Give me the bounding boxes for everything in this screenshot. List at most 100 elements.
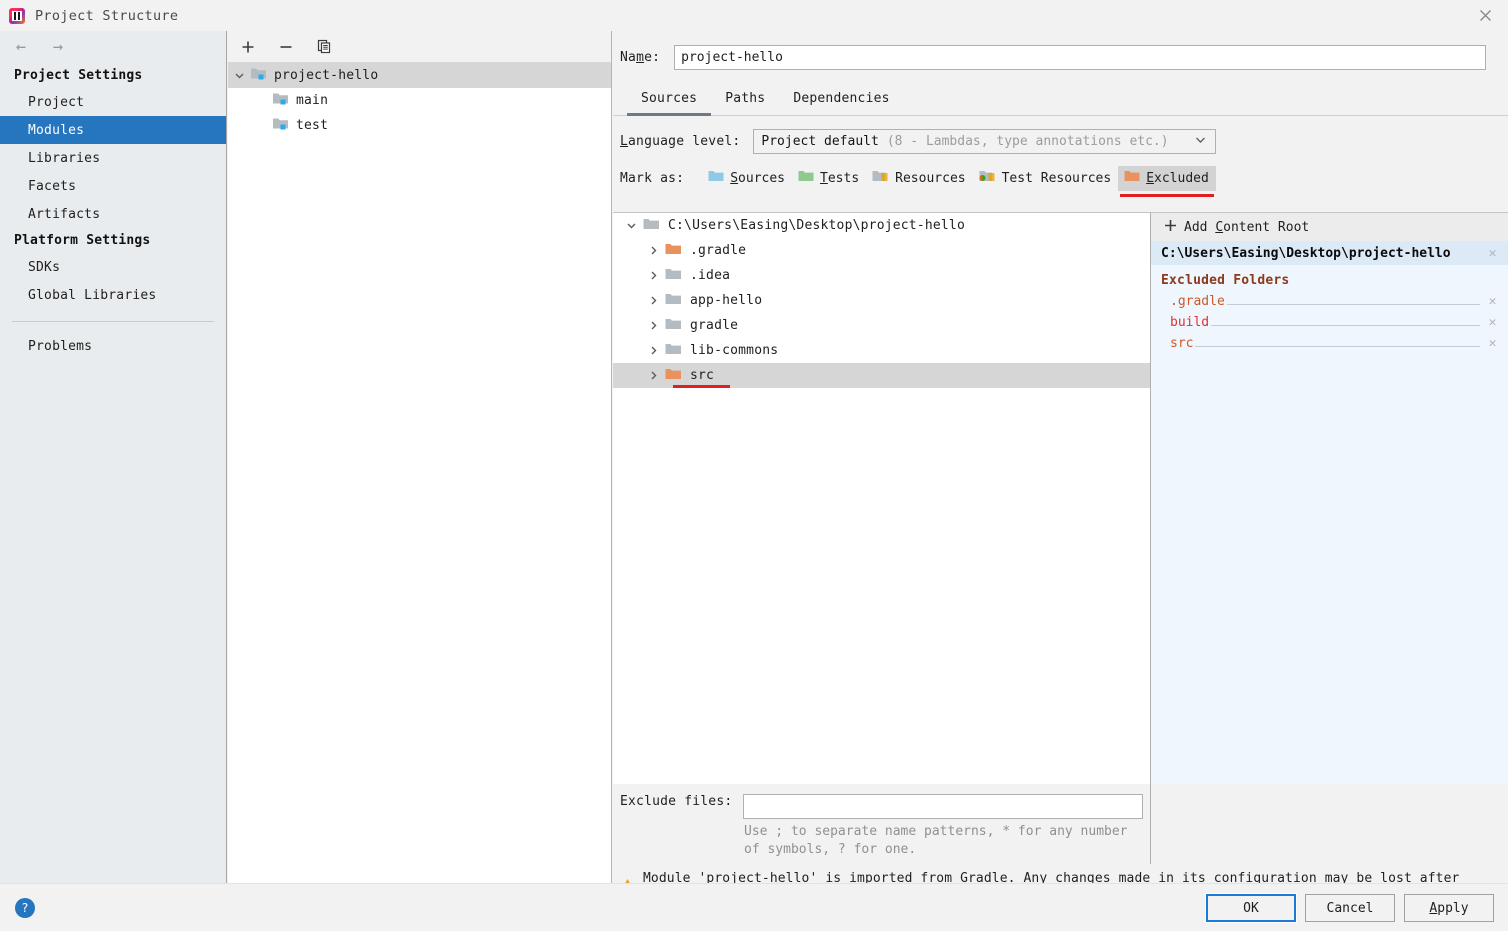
tab-sources[interactable]: Sources (627, 87, 712, 116)
tab-dependencies[interactable]: Dependencies (779, 87, 903, 115)
ok-button[interactable]: OK (1205, 893, 1297, 923)
window-titlebar: Project Structure (0, 0, 1508, 31)
tab-label: Paths (725, 91, 766, 106)
sidebar-group-platform-settings: Platform Settings (14, 233, 151, 248)
folder-resources-icon (872, 169, 889, 187)
chevron-right-icon[interactable] (641, 295, 665, 306)
row-rule (1211, 315, 1480, 326)
content-tree-row-src[interactable]: src (613, 363, 1150, 388)
content-tree-root-row[interactable]: C:\Users\Easing\Desktop\project-hello (613, 213, 1150, 238)
panel-divider (1150, 784, 1151, 864)
excluded-folder-name: build (1170, 315, 1210, 330)
sidebar-item-facets[interactable]: Facets (0, 172, 226, 200)
project-structure-dialog: Project Structure ← → Project Settings P… (0, 0, 1508, 931)
content-tree-row[interactable]: .idea (613, 263, 1150, 288)
close-icon[interactable]: ✕ (1486, 295, 1499, 308)
chevron-down-icon[interactable] (619, 220, 643, 231)
exclude-files-input[interactable] (743, 794, 1144, 819)
dialog-buttons: OK Cancel Apply (1205, 893, 1494, 923)
chevron-down-icon (1194, 133, 1207, 150)
mark-as-label: Tests (820, 170, 860, 186)
content-root-path: C:\Users\Easing\Desktop\project-hello (668, 218, 965, 233)
sidebar-item-libraries[interactable]: Libraries (0, 144, 226, 172)
chevron-right-icon[interactable] (641, 370, 665, 381)
help-icon[interactable]: ? (15, 898, 35, 918)
mark-as-resources-button[interactable]: Resources (866, 166, 972, 191)
dialog-footer: ? OK Cancel Apply (0, 883, 1508, 931)
module-detail-pane: Name: Sources Paths Dependencies Languag… (613, 31, 1508, 905)
annotation-underline (1120, 194, 1214, 197)
mark-as-test-resources-button[interactable]: Test Resources (973, 166, 1119, 191)
arrow-right-icon[interactable]: → (47, 36, 69, 58)
sidebar-group-project-settings: Project Settings (14, 68, 143, 83)
mark-as-tests-button[interactable]: Tests (792, 166, 866, 191)
chevron-right-icon[interactable] (641, 245, 665, 256)
module-tree-row[interactable]: main (228, 88, 611, 113)
close-icon[interactable] (1462, 0, 1508, 31)
minus-icon[interactable] (275, 36, 297, 58)
tab-label: Sources (641, 91, 698, 106)
folder-name: .gradle (690, 243, 747, 258)
sidebar-item-sdks[interactable]: SDKs (0, 253, 226, 281)
button-label: OK (1243, 900, 1259, 916)
sidebar-item-artifacts[interactable]: Artifacts (0, 200, 226, 228)
module-name: main (296, 93, 329, 108)
content-root-entry[interactable]: C:\Users\Easing\Desktop\project-hello ✕ (1151, 241, 1508, 265)
row-rule (1195, 336, 1480, 347)
mark-as-sources-button[interactable]: Sources (702, 166, 792, 191)
copy-icon[interactable] (313, 36, 335, 58)
module-name: project-hello (274, 68, 379, 83)
content-tree-row[interactable]: gradle (613, 313, 1150, 338)
close-icon[interactable]: ✕ (1486, 337, 1499, 350)
close-icon[interactable]: ✕ (1486, 247, 1499, 260)
add-content-root-button[interactable]: Add Content Root (1151, 213, 1508, 241)
folder-name: .idea (690, 268, 731, 283)
sidebar-item-modules[interactable]: Modules (0, 116, 226, 144)
language-level-value: Project default (761, 134, 879, 149)
excluded-folder-row[interactable]: build ✕ (1151, 312, 1508, 333)
button-label: Cancel (1326, 900, 1374, 916)
chevron-right-icon[interactable] (641, 270, 665, 281)
sidebar-item-label: Modules (28, 122, 85, 138)
excluded-folder-row[interactable]: src ✕ (1151, 333, 1508, 354)
content-tree-row[interactable]: lib-commons (613, 338, 1150, 363)
sidebar-item-problems[interactable]: Problems (0, 332, 226, 360)
folder-tests-icon (798, 169, 814, 187)
language-level-select[interactable]: Project default (8 - Lambdas, type annot… (753, 129, 1217, 154)
annotation-underline (673, 385, 730, 388)
mark-as-excluded-button[interactable]: Excluded (1118, 166, 1216, 197)
content-tree-row[interactable]: .gradle (613, 238, 1150, 263)
module-tree-row[interactable]: project-hello (228, 63, 611, 88)
content-tree-row[interactable]: app-hello (613, 288, 1150, 313)
sidebar-item-label: Libraries (28, 150, 101, 166)
module-tree-row[interactable]: test (228, 113, 611, 138)
close-icon[interactable]: ✕ (1486, 316, 1499, 329)
sidebar-item-global-libraries[interactable]: Global Libraries (0, 281, 226, 309)
intellij-idea-logo-icon (9, 7, 25, 24)
exclude-files-label: Exclude files: (620, 794, 733, 809)
folder-name: app-hello (690, 293, 763, 308)
module-folder-icon (272, 116, 289, 135)
plus-icon[interactable] (237, 36, 259, 58)
detail-tabs: Sources Paths Dependencies (613, 87, 1508, 116)
chevron-right-icon[interactable] (641, 345, 665, 356)
cancel-button[interactable]: Cancel (1305, 894, 1395, 922)
folder-gray-icon (665, 317, 682, 335)
apply-button[interactable]: Apply (1404, 894, 1494, 922)
folder-gray-icon (643, 217, 660, 235)
tab-paths[interactable]: Paths (711, 87, 779, 115)
folder-excluded-icon (665, 367, 682, 385)
chevron-right-icon[interactable] (641, 320, 665, 331)
excluded-folder-row[interactable]: .gradle ✕ (1151, 291, 1508, 312)
folder-test-resources-icon (979, 169, 996, 187)
module-name-input[interactable] (674, 45, 1486, 70)
sidebar-navigation: ← → (0, 31, 226, 63)
module-folder-icon (250, 66, 267, 85)
arrow-left-icon[interactable]: ← (10, 36, 32, 58)
plus-icon (1164, 219, 1177, 236)
sidebar-item-project[interactable]: Project (0, 88, 226, 116)
folder-sources-icon (708, 169, 724, 187)
chevron-down-icon[interactable] (228, 70, 250, 81)
language-level-row: Language level: Project default (8 - Lam… (613, 116, 1508, 154)
exclude-files-section: Exclude files: Use ; to separate name pa… (613, 784, 1151, 859)
